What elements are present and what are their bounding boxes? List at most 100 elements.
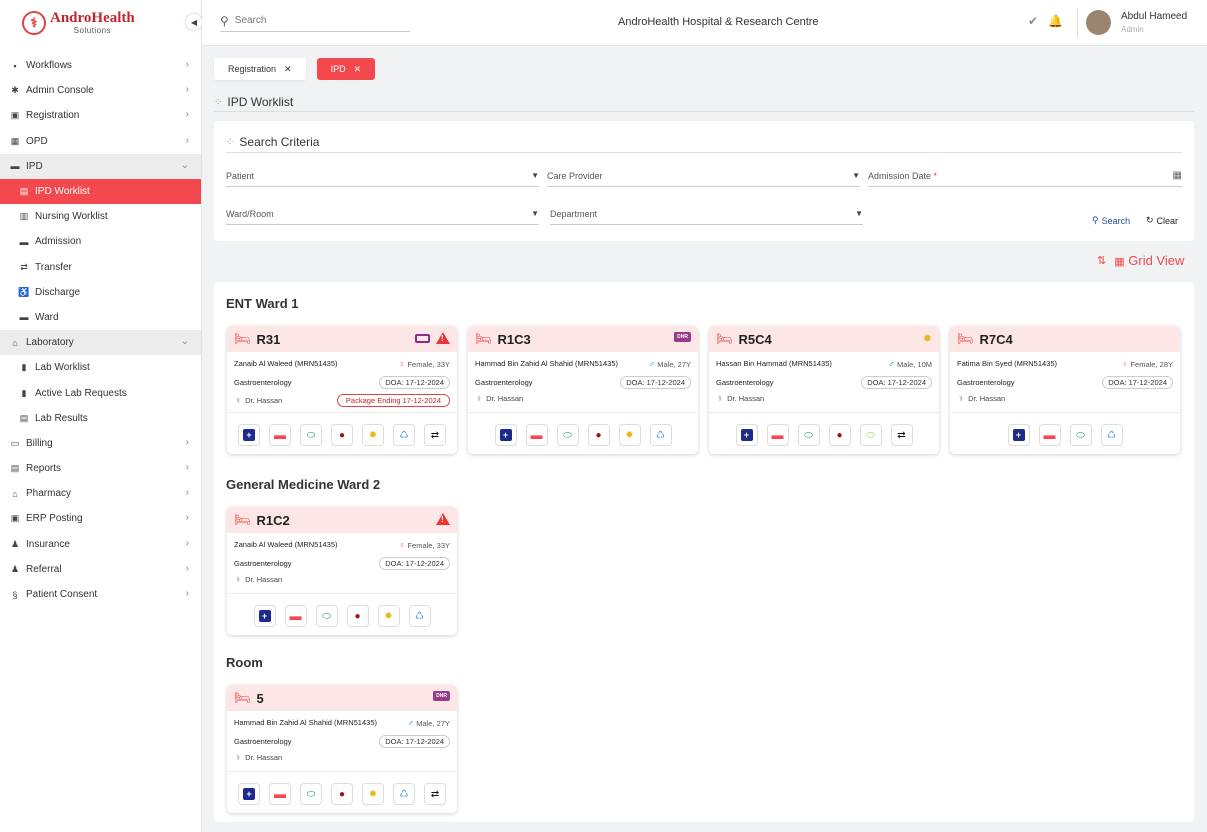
test-tube-icon: ▮ bbox=[21, 387, 27, 398]
capsule-icon[interactable]: ⬭ bbox=[300, 424, 322, 446]
patient-select[interactable]: Patient ▼ bbox=[226, 165, 539, 187]
bed-icon[interactable]: ▬ bbox=[525, 424, 548, 446]
admission-date-field[interactable]: Admission Date * ▦ bbox=[868, 165, 1182, 187]
sidebar-item-billing[interactable]: ▭ Billing › bbox=[0, 431, 201, 456]
sidebar-item-lab-results[interactable]: ▤ Lab Results bbox=[0, 406, 201, 431]
chevron-right-icon: › bbox=[185, 487, 189, 499]
sidebar-item-pharmacy[interactable]: ⌂ Pharmacy › bbox=[0, 481, 201, 506]
blood-drop-icon[interactable]: ● bbox=[346, 605, 369, 627]
sidebar-item-admission[interactable]: ▬ Admission bbox=[0, 229, 201, 254]
grid-view-button[interactable]: ▦ Grid View bbox=[1114, 253, 1184, 268]
app-logo[interactable]: ⚕ AndroHealth Solutions bbox=[22, 8, 135, 38]
close-icon[interactable]: ✕ bbox=[284, 64, 292, 75]
bed-icon[interactable]: ▬ bbox=[269, 783, 291, 805]
doa-badge: DOA: 17-12-2024 bbox=[379, 557, 450, 570]
department-select[interactable]: Department ▼ bbox=[550, 203, 863, 225]
sun-icon[interactable]: ✹ bbox=[362, 783, 384, 805]
sun-icon[interactable]: ✹ bbox=[618, 424, 641, 446]
sidebar-item-ipd-worklist[interactable]: ▤ IPD Worklist bbox=[0, 178, 201, 205]
recycle-icon[interactable]: ♺ bbox=[1100, 424, 1123, 446]
sidebar-item-workflows[interactable]: ▪ Workflows › bbox=[0, 53, 201, 78]
sort-icon[interactable]: ⇅ bbox=[1097, 254, 1106, 267]
hospital-icon[interactable]: + bbox=[735, 424, 758, 446]
sidebar-item-insurance[interactable]: ♟ Insurance › bbox=[0, 532, 201, 557]
sidebar-item-nursing-worklist[interactable]: ▥ Nursing Worklist bbox=[0, 204, 201, 229]
patient-name[interactable]: Hassan Bin Hammad (MRN51435) bbox=[716, 359, 832, 369]
transfer-icon[interactable]: ⇄ bbox=[890, 424, 913, 446]
blood-drop-icon[interactable]: ● bbox=[828, 424, 851, 446]
sun-icon[interactable]: ✹ bbox=[362, 424, 384, 446]
sidebar-item-active-lab-requests[interactable]: ▮ Active Lab Requests bbox=[0, 380, 201, 405]
hospital-icon[interactable]: + bbox=[1007, 424, 1030, 446]
search-button[interactable]: ⚲ Search bbox=[1092, 215, 1130, 226]
bed-icon[interactable]: ▬ bbox=[284, 605, 307, 627]
transfer-icon[interactable]: ⇄ bbox=[424, 783, 446, 805]
sidebar-item-reports[interactable]: ▤ Reports › bbox=[0, 456, 201, 481]
recycle-icon[interactable]: ♺ bbox=[393, 424, 415, 446]
care-provider-select[interactable]: Care Provider ▼ bbox=[547, 165, 860, 187]
hospital-icon[interactable]: + bbox=[238, 783, 260, 805]
capsule-icon[interactable]: ⬭ bbox=[315, 605, 338, 627]
patient-name[interactable]: Hammad Bin Zahid Al Shahid (MRN51435) bbox=[234, 718, 377, 728]
sidebar-item-referral[interactable]: ♟ Referral › bbox=[0, 557, 201, 582]
sidebar-item-laboratory[interactable]: ⌂ Laboratory ⌄ bbox=[0, 330, 201, 356]
ward-room-select[interactable]: Ward/Room ▼ bbox=[226, 203, 539, 225]
global-search[interactable]: ⚲ bbox=[220, 10, 410, 32]
tab-registration[interactable]: Registration ✕ bbox=[214, 58, 306, 80]
capsule-icon[interactable]: ⬭ bbox=[797, 424, 820, 446]
male-icon: ♂ bbox=[888, 359, 895, 369]
clear-button[interactable]: ↻ Clear bbox=[1146, 215, 1178, 226]
sidebar-item-ipd[interactable]: ▬ IPD ⌄ bbox=[0, 153, 201, 179]
avatar[interactable] bbox=[1086, 10, 1111, 35]
sidebar-item-admin-console[interactable]: ✱ Admin Console › bbox=[0, 78, 201, 103]
sidebar-item-transfer[interactable]: ⇄ Transfer bbox=[0, 255, 201, 280]
sidebar-item-opd[interactable]: ▦ OPD › bbox=[0, 129, 201, 154]
bell-icon[interactable]: 🔔 bbox=[1048, 14, 1063, 28]
capsule-icon[interactable]: ⬭ bbox=[300, 783, 322, 805]
recycle-icon[interactable]: ♺ bbox=[408, 605, 431, 627]
bed-icon[interactable]: ▬ bbox=[766, 424, 789, 446]
bed-card[interactable]: 🛏 R31 Zanaib Al Waleed (MRN51435) ♀ Female… bbox=[227, 326, 457, 454]
tab-ipd[interactable]: IPD ✕ bbox=[316, 58, 376, 80]
patient-name[interactable]: Fatima Bin Syed (MRN51435) bbox=[957, 359, 1057, 369]
collapse-sidebar-button[interactable]: ◀ bbox=[186, 14, 202, 30]
bed-card[interactable]: 🛏 R1C3 DNR Hammad Bin Zahid Al Shahid (MR… bbox=[468, 326, 698, 454]
capsule-icon[interactable]: ⬭ bbox=[556, 424, 579, 446]
bed-card[interactable]: 🛏 R1C2 Zanaib Al Waleed (MRN51435) ♀ Femal… bbox=[227, 507, 457, 635]
bed-icon[interactable]: ▬ bbox=[269, 424, 291, 446]
sidebar-item-lab-worklist[interactable]: ▮ Lab Worklist bbox=[0, 355, 201, 380]
bed-card[interactable]: 🛏 R5C4 ✹ Hassan Bin Hammad (MRN51435) ♂ Ma… bbox=[709, 326, 939, 454]
gender-text: Female, 33Y bbox=[407, 360, 450, 369]
room-number: R7C4 bbox=[979, 331, 1013, 347]
sun-icon[interactable]: ✹ bbox=[377, 605, 400, 627]
blood-drop-icon[interactable]: ● bbox=[331, 424, 353, 446]
capsule-icon[interactable]: ⬭ bbox=[1069, 424, 1092, 446]
patient-name[interactable]: Zanaib Al Waleed (MRN51435) bbox=[234, 540, 338, 550]
blood-drop-icon[interactable]: ● bbox=[331, 783, 353, 805]
hospital-icon[interactable]: + bbox=[253, 605, 276, 627]
recycle-icon[interactable]: ♺ bbox=[649, 424, 672, 446]
sidebar-item-registration[interactable]: ▣ Registration › bbox=[0, 103, 201, 128]
transfer-icon[interactable]: ⇄ bbox=[424, 424, 446, 446]
bed-icon[interactable]: ▬ bbox=[1038, 424, 1061, 446]
bed-icon: 🛏 bbox=[234, 690, 251, 705]
bed-card[interactable]: 🛏 5 DNR Hammad Bin Zahid Al Shahid (MRN51… bbox=[227, 685, 457, 813]
capsule-icon[interactable]: ⬭ bbox=[859, 424, 882, 446]
bed-card[interactable]: 🛏 R7C4 Fatima Bin Syed (MRN51435) ♀ Female… bbox=[950, 326, 1180, 454]
hospital-icon[interactable]: + bbox=[238, 424, 260, 446]
sidebar-item-patient-consent[interactable]: § Patient Consent › bbox=[0, 582, 201, 607]
doctor-name: Dr. Hassan bbox=[486, 394, 524, 403]
calendar-icon[interactable]: ▦ bbox=[1173, 170, 1182, 181]
search-input[interactable] bbox=[234, 15, 385, 26]
patient-name[interactable]: Zanaib Al Waleed (MRN51435) bbox=[234, 359, 338, 369]
blood-drop-icon[interactable]: ● bbox=[587, 424, 610, 446]
recycle-icon[interactable]: ♺ bbox=[393, 783, 415, 805]
close-icon[interactable]: ✕ bbox=[354, 64, 362, 75]
sidebar-item-discharge[interactable]: ♿ Discharge bbox=[0, 280, 201, 305]
sidebar-item-ward[interactable]: ▬ Ward bbox=[0, 305, 201, 330]
verified-icon[interactable]: ✔ bbox=[1028, 14, 1038, 28]
patient-name[interactable]: Hammad Bin Zahid Al Shahid (MRN51435) bbox=[475, 359, 618, 369]
sidebar-item-erp-posting[interactable]: ▣ ERP Posting › bbox=[0, 506, 201, 531]
user-name[interactable]: Abdul Hameed bbox=[1121, 11, 1187, 22]
hospital-icon[interactable]: + bbox=[494, 424, 517, 446]
